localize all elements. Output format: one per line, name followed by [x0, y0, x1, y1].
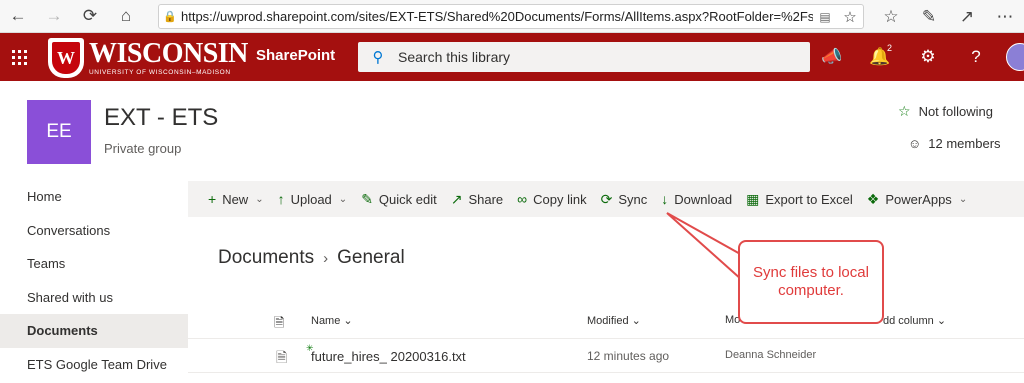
column-header-name[interactable]: Name ⌄: [311, 314, 353, 327]
back-arrow-icon[interactable]: ←: [0, 0, 36, 33]
nav-item-home[interactable]: Home: [0, 180, 188, 214]
breadcrumb: Documents › General: [218, 247, 405, 269]
refresh-icon[interactable]: ⟳: [72, 0, 108, 33]
settings-gear-icon[interactable]: ⚙: [904, 33, 952, 81]
chevron-right-icon: ›: [323, 249, 329, 267]
site-logo[interactable]: EE: [27, 100, 91, 164]
site-title[interactable]: EXT - ETS: [104, 104, 218, 132]
file-type-icon[interactable]: 🗎: [274, 314, 284, 336]
share-icon[interactable]: ↗: [948, 0, 986, 33]
site-subtitle: Private group: [104, 141, 182, 156]
nav-item-documents[interactable]: Documents: [0, 314, 188, 348]
download-button[interactable]: ↓ Download: [661, 191, 732, 207]
url-text[interactable]: https://uwprod.sharepoint.com/sites/EXT-…: [181, 9, 813, 24]
sync-button[interactable]: ⟳ Sync: [601, 191, 648, 208]
search-placeholder: Search this library: [398, 49, 511, 65]
link-icon: ∞: [517, 191, 528, 207]
reader-view-icon[interactable]: ▤: [813, 10, 837, 24]
command-bar: + New ⌄ ↑ Upload ⌄ ✎ Quick edit ↗ Share …: [188, 181, 1024, 217]
follow-button[interactable]: ☆ Not following: [898, 103, 993, 120]
share-button[interactable]: ↗ Share: [451, 191, 503, 208]
modified-time: 12 minutes ago: [587, 349, 670, 363]
quick-edit-button[interactable]: ✎ Quick edit: [361, 191, 437, 208]
modified-by[interactable]: Deanna Schneider: [725, 349, 816, 361]
new-button[interactable]: + New ⌄: [208, 191, 264, 207]
list-header: 🗎 Name ⌄ Modified ⌄ Mo dd column ⌄: [188, 306, 1024, 336]
lock-icon: 🔒: [163, 11, 177, 23]
browser-toolbar: ← → ⟳ ⌂ 🔒 https://uwprod.sharepoint.com/…: [0, 0, 1024, 33]
app-name-link[interactable]: SharePoint: [256, 47, 335, 64]
upload-button[interactable]: ↑ Upload ⌄: [278, 191, 348, 207]
notification-bell-icon[interactable]: 🔔 2: [856, 33, 904, 81]
notification-badge: 2: [886, 43, 892, 53]
nav-item-google-drive[interactable]: ETS Google Team Drive: [0, 348, 188, 382]
crest-icon: W: [48, 38, 84, 78]
app-launcher-icon[interactable]: [0, 33, 38, 81]
chevron-down-icon: ⌄: [958, 193, 968, 205]
table-row[interactable]: 🗎 ✳ future_hires_ 20200316.txt 12 minute…: [188, 338, 1024, 372]
text-file-icon: 🗎: [276, 349, 288, 365]
star-icon: ☆: [898, 103, 911, 119]
left-navigation: Home Conversations Teams Shared with us …: [0, 180, 188, 381]
breadcrumb-general[interactable]: General: [337, 247, 405, 269]
avatar[interactable]: [1006, 43, 1024, 71]
nav-item-conversations[interactable]: Conversations: [0, 214, 188, 248]
file-name-link[interactable]: future_hires_ 20200316.txt: [311, 349, 466, 364]
address-bar[interactable]: 🔒 https://uwprod.sharepoint.com/sites/EX…: [158, 4, 864, 29]
sync-icon: ⟳: [600, 190, 613, 207]
sync-callout: Sync files to local computer.: [738, 240, 884, 324]
nav-item-shared-with-us[interactable]: Shared with us: [0, 281, 188, 315]
pencil-icon: ✎: [361, 190, 373, 207]
person-icon: ☺: [908, 136, 922, 151]
column-header-modified[interactable]: Modified ⌄: [587, 314, 641, 327]
upload-icon: ↑: [277, 191, 285, 207]
nav-item-teams[interactable]: Teams: [0, 247, 188, 281]
wisconsin-logo[interactable]: W WISCONSIN UNIVERSITY OF WISCONSIN–MADI…: [48, 37, 248, 79]
share-icon: ↗: [450, 190, 463, 207]
download-icon: ↓: [661, 191, 669, 207]
search-icon: ⚲: [372, 49, 384, 66]
help-icon[interactable]: ?: [952, 33, 1000, 81]
column-header-add-column[interactable]: dd column ⌄: [883, 314, 946, 327]
chevron-down-icon: ⌄: [338, 193, 348, 205]
excel-icon: ▦: [746, 190, 760, 207]
favorites-list-icon[interactable]: ☆: [872, 0, 910, 33]
brand-wordmark: WISCONSIN: [89, 38, 248, 69]
export-to-excel-button[interactable]: ▦ Export to Excel: [746, 191, 853, 208]
suite-bar: W WISCONSIN UNIVERSITY OF WISCONSIN–MADI…: [0, 33, 1024, 81]
pen-icon[interactable]: ✎: [910, 0, 948, 33]
chevron-down-icon: ⌄: [255, 193, 264, 205]
more-icon[interactable]: ⋯: [986, 0, 1024, 33]
megaphone-icon[interactable]: 📣: [808, 33, 856, 81]
powerapps-button[interactable]: ❖ PowerApps ⌄: [867, 191, 967, 208]
brand-subtitle: UNIVERSITY OF WISCONSIN–MADISON: [89, 69, 231, 76]
members-button[interactable]: ☺ 12 members: [908, 136, 1001, 151]
favorite-star-icon[interactable]: ☆: [837, 8, 863, 26]
search-input[interactable]: ⚲ Search this library: [358, 42, 810, 72]
copy-link-button[interactable]: ∞ Copy link: [517, 191, 586, 207]
home-icon[interactable]: ⌂: [108, 0, 144, 33]
row-divider: [188, 372, 1024, 373]
powerapps-icon: ❖: [866, 190, 880, 207]
forward-arrow-icon[interactable]: →: [36, 0, 72, 33]
plus-icon: +: [208, 191, 217, 207]
breadcrumb-documents[interactable]: Documents: [218, 247, 314, 269]
